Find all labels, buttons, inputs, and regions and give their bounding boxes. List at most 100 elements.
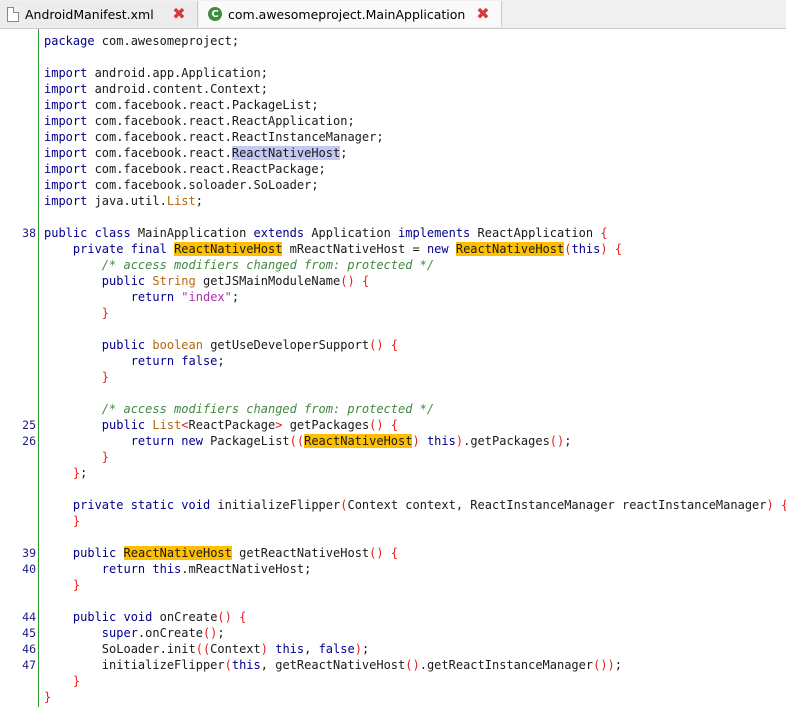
code-line[interactable] [0,49,786,65]
code-line[interactable] [0,529,786,545]
code-line[interactable]: 25 public List<ReactPackage> getPackages… [0,417,786,433]
code-token: this [571,242,601,256]
line-text: private final ReactNativeHost mReactNati… [44,241,622,257]
code-token: ; [361,642,370,656]
code-line[interactable]: } [0,369,786,385]
code-line[interactable]: } [0,305,786,321]
code-line[interactable] [0,385,786,401]
code-line[interactable]: import java.util.List; [0,193,786,209]
code-line[interactable]: private final ReactNativeHost mReactNati… [0,241,786,257]
code-token: } [44,690,52,704]
code-token: extends [253,226,305,240]
close-icon[interactable]: ✖ [171,6,187,22]
line-text: /* access modifiers changed from: protec… [44,401,434,417]
code-line[interactable]: public String getJSMainModuleName() { [0,273,786,289]
close-icon[interactable]: ✖ [475,6,491,22]
code-line[interactable]: import com.facebook.react.ReactApplicati… [0,113,786,129]
code-token: () [217,610,232,624]
code-token: com.facebook.react.ReactPackage; [87,162,326,176]
code-token: (( [195,642,211,656]
code-token: { [390,418,399,432]
code-line[interactable]: }; [0,465,786,481]
code-token: { [600,226,608,240]
code-token: Application [304,226,399,240]
code-line[interactable]: import com.facebook.react.ReactNativeHos… [0,145,786,161]
code-line[interactable]: import android.app.Application; [0,65,786,81]
code-line[interactable]: } [0,513,786,529]
code-line[interactable]: /* access modifiers changed from: protec… [0,257,786,273]
code-line[interactable]: import com.facebook.soloader.SoLoader; [0,177,786,193]
code-editor[interactable]: package com.awesomeproject; import androi… [0,33,786,705]
code-line[interactable] [0,481,786,497]
code-line[interactable]: import com.facebook.react.ReactInstanceM… [0,129,786,145]
tab-main-application[interactable]: C com.awesomeproject.MainApplication ✖ [199,1,502,27]
editor-tab-bar: AndroidManifest.xml ✖ C com.awesomeproje… [0,0,786,29]
line-text: SoLoader.init((Context) this, false); [44,641,369,657]
code-line[interactable]: 45 super.onCreate(); [0,625,786,641]
code-token: ReactNativeHost [174,242,283,256]
line-text: } [44,369,109,385]
code-token: { [781,498,786,512]
code-line[interactable]: 26 return new PackageList((ReactNativeHo… [0,433,786,449]
code-line[interactable]: import com.facebook.react.PackageList; [0,97,786,113]
line-number: 38 [22,226,36,240]
code-line[interactable] [0,321,786,337]
code-token: public [101,274,146,288]
code-line[interactable]: 40 return this.mReactNativeHost; [0,561,786,577]
code-token: /* access modifiers changed from: protec… [101,402,435,416]
code-token: import [44,162,88,176]
code-token: com.facebook.react.ReactInstanceManager; [87,130,384,144]
line-text: } [44,673,80,689]
code-token: com.awesomeproject; [94,34,240,48]
code-line[interactable]: 46 SoLoader.init((Context) this, false); [0,641,786,657]
line-number: 47 [22,658,36,672]
line-text: public void onCreate() { [44,609,246,625]
code-line[interactable]: } [0,449,786,465]
code-token: import [44,82,88,96]
code-line[interactable]: } [0,577,786,593]
code-line[interactable]: return false; [0,353,786,369]
code-line[interactable]: private static void initializeFlipper(Co… [0,497,786,513]
code-token: ReactPackage [188,418,276,432]
code-line[interactable]: import com.facebook.react.ReactPackage; [0,161,786,177]
code-line[interactable]: 44 public void onCreate() { [0,609,786,625]
code-token: { [239,610,247,624]
code-token: public [72,546,117,560]
code-token: ReactNativeHost [304,434,413,448]
code-line[interactable] [0,209,786,225]
tab-android-manifest[interactable]: AndroidManifest.xml ✖ [0,1,198,27]
code-line[interactable]: 38 public class MainApplication extends A… [0,225,786,241]
line-number: 44 [22,610,36,624]
code-line[interactable]: 47 initializeFlipper(this, getReactNativ… [0,657,786,673]
code-token: public [101,338,146,352]
code-line[interactable]: return "index"; [0,289,786,305]
code-line[interactable]: } [0,673,786,689]
code-line[interactable]: import android.content.Context; [0,81,786,97]
code-line[interactable]: /* access modifiers changed from: protec… [0,401,786,417]
code-token: () [369,546,384,560]
code-token: import [44,146,88,160]
code-token: initializeFlipper [101,658,225,672]
code-line[interactable]: package com.awesomeproject; [0,33,786,49]
code-line[interactable]: } [0,689,786,705]
code-token: < [181,418,189,432]
code-line[interactable] [0,593,786,609]
line-text: import com.facebook.react.ReactNativeHos… [44,145,347,161]
line-number: 39 [22,546,36,560]
code-token: this [275,642,305,656]
code-token: (( [289,434,305,448]
code-line[interactable]: 39 public ReactNativeHost getReactNative… [0,545,786,561]
code-line[interactable]: public boolean getUseDeveloperSupport() … [0,337,786,353]
